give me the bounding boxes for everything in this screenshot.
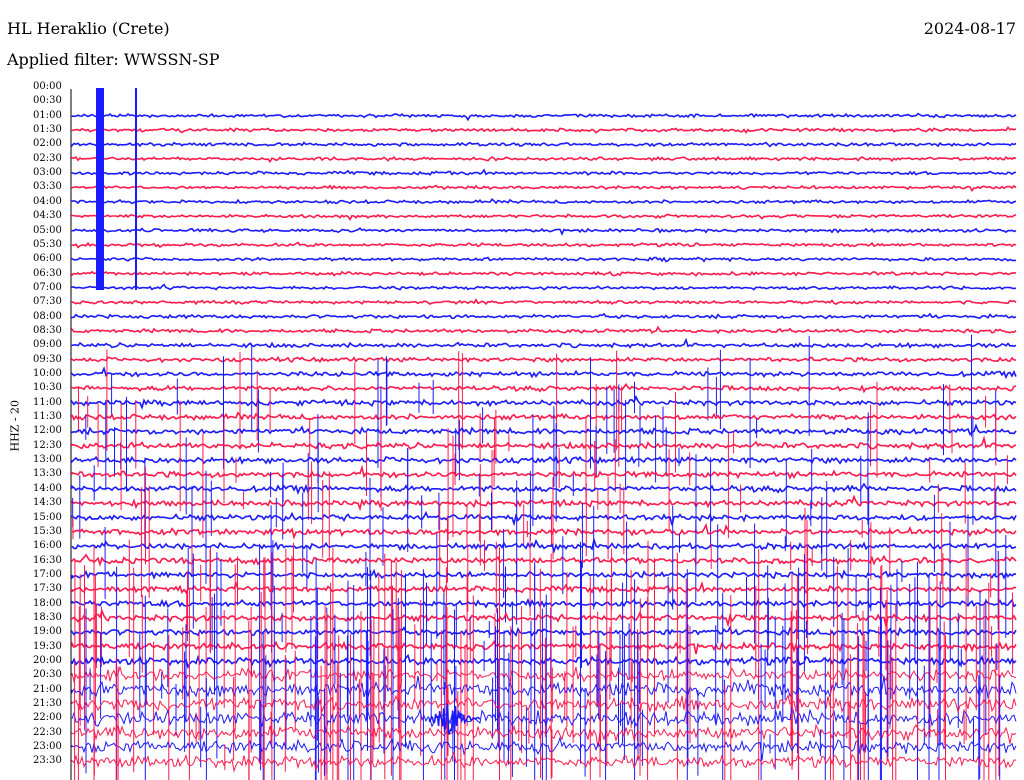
trace-1300: [71, 454, 1017, 465]
trace-0800: [71, 312, 1017, 320]
trace-0830: [71, 325, 1017, 335]
saturation-bar: [96, 88, 104, 290]
trace-0300: [71, 168, 1017, 176]
trace-1630: [71, 553, 1017, 567]
trace-0700: [71, 283, 1017, 291]
trace-0530: [71, 241, 1017, 249]
trace-1800: [71, 597, 1017, 609]
trace-0930: [71, 355, 1017, 364]
trace-1600: [71, 536, 1017, 554]
trace-0900: [71, 337, 1017, 349]
trace-2300: [71, 736, 1017, 761]
seismogram-plot: [70, 88, 1017, 780]
trace-1700: [71, 568, 1017, 580]
trace-2000: [71, 653, 1017, 670]
trace-0100: [71, 112, 1017, 122]
trace-1900: [71, 625, 1017, 637]
trace-0200: [71, 141, 1017, 148]
trace-1200: [71, 423, 1017, 436]
trace-2130: [71, 693, 1017, 714]
trace-0500: [71, 227, 1017, 236]
trace-2200: [71, 706, 1017, 733]
trace-0130: [71, 125, 1017, 135]
trace-1400: [71, 482, 1017, 496]
trace-1830: [71, 608, 1017, 628]
trace-1230: [71, 435, 1017, 451]
trace-1100: [71, 394, 1017, 411]
trace-0730: [71, 298, 1017, 306]
trace-1500: [71, 510, 1017, 527]
trace-0230: [71, 155, 1017, 164]
trace-0430: [71, 213, 1017, 222]
trace-1930: [71, 640, 1017, 655]
trace-0630: [71, 270, 1017, 277]
trace-1430: [71, 494, 1017, 512]
saturation-bar: [135, 88, 137, 290]
trace-0330: [71, 184, 1017, 193]
trace-1130: [71, 411, 1017, 422]
trace-1030: [71, 383, 1017, 394]
trace-1730: [71, 580, 1017, 595]
trace-1330: [71, 464, 1017, 480]
trace-2030: [71, 665, 1017, 684]
trace-2330: [71, 751, 1017, 773]
trace-1530: [71, 522, 1017, 540]
trace-0400: [71, 198, 1017, 205]
trace-1000: [71, 366, 1017, 380]
trace-0600: [71, 256, 1017, 263]
